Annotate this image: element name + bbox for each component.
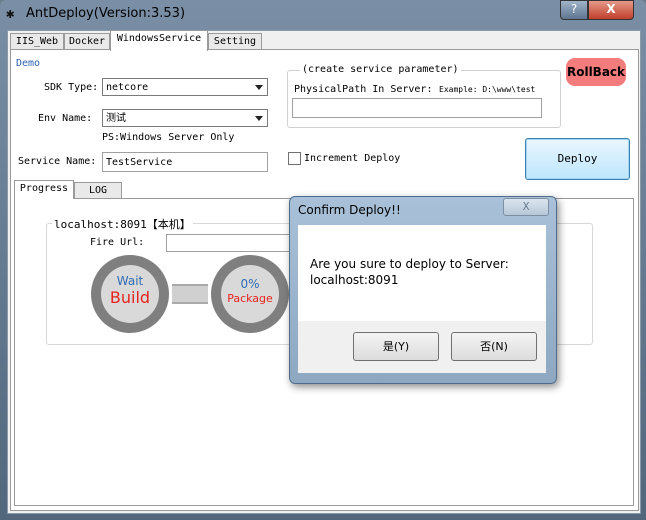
tab-docker[interactable]: Docker <box>64 33 110 50</box>
env-group-label: Demo <box>16 58 41 69</box>
rollback-button[interactable]: RollBack <box>566 58 626 86</box>
build-step-name: Build <box>109 288 151 307</box>
chevron-down-icon <box>255 85 263 90</box>
chevron-down-icon <box>255 116 263 121</box>
dialog-close-button[interactable]: X <box>503 198 549 216</box>
increment-deploy-checkbox[interactable] <box>288 152 301 165</box>
dialog-message-line2: localhost:8091 <box>310 273 399 287</box>
package-step-percent: 0% <box>240 277 260 291</box>
sdk-type-select[interactable]: netcore <box>102 78 268 96</box>
dialog-title: Confirm Deploy!! <box>298 203 401 217</box>
deploy-button[interactable]: Deploy <box>525 138 630 180</box>
dialog-message: Are you sure to deploy to Server: localh… <box>310 256 540 288</box>
tab-setting[interactable]: Setting <box>208 33 262 50</box>
service-name-label: Service Name: <box>18 156 97 167</box>
env-name-label: Env Name: <box>38 113 93 124</box>
fire-url-label: Fire Url: <box>90 237 145 248</box>
tab-iis-web[interactable]: IIS_Web <box>10 33 64 50</box>
sdk-type-value: netcore <box>106 82 149 93</box>
title-bar[interactable]: ✱ AntDeploy(Version:3.53) ? X <box>0 0 646 28</box>
ps-note: PS:Windows Server Only <box>102 132 235 143</box>
close-button[interactable]: X <box>588 0 634 20</box>
dialog-yes-button[interactable]: 是(Y) <box>353 332 439 361</box>
dialog-message-line1: Are you sure to deploy to Server: <box>310 257 509 271</box>
window-title: AntDeploy(Version:3.53) <box>26 6 186 21</box>
server-label: localhost:8091【本机】 <box>52 216 193 232</box>
step-connector <box>172 284 208 304</box>
help-button[interactable]: ? <box>560 0 588 20</box>
increment-deploy-label: Increment Deploy <box>304 153 401 164</box>
window-controls: ? X <box>560 0 640 20</box>
tab-progress[interactable]: Progress <box>14 180 74 199</box>
tab-log[interactable]: LOG <box>74 182 122 199</box>
sdk-type-label: SDK Type: <box>44 82 99 93</box>
physical-path-label: PhysicalPath In Server: <box>294 84 433 95</box>
tab-windows-service[interactable]: WindowsService <box>110 30 208 51</box>
env-name-select[interactable]: 测试 <box>102 109 268 127</box>
ant-app-icon: ✱ <box>6 6 15 22</box>
physical-path-input[interactable] <box>292 98 542 118</box>
build-step-status: Wait <box>116 274 144 288</box>
service-name-input[interactable]: TestService <box>102 152 268 172</box>
fire-url-input[interactable] <box>166 234 296 252</box>
package-step-name: Package <box>227 292 273 305</box>
env-name-value: 测试 <box>106 113 126 124</box>
physical-path-example: Example: D:\www\test <box>439 85 536 94</box>
service-parameter-group-title: (create service parameter) <box>300 64 461 75</box>
dialog-no-button[interactable]: 否(N) <box>451 332 537 361</box>
